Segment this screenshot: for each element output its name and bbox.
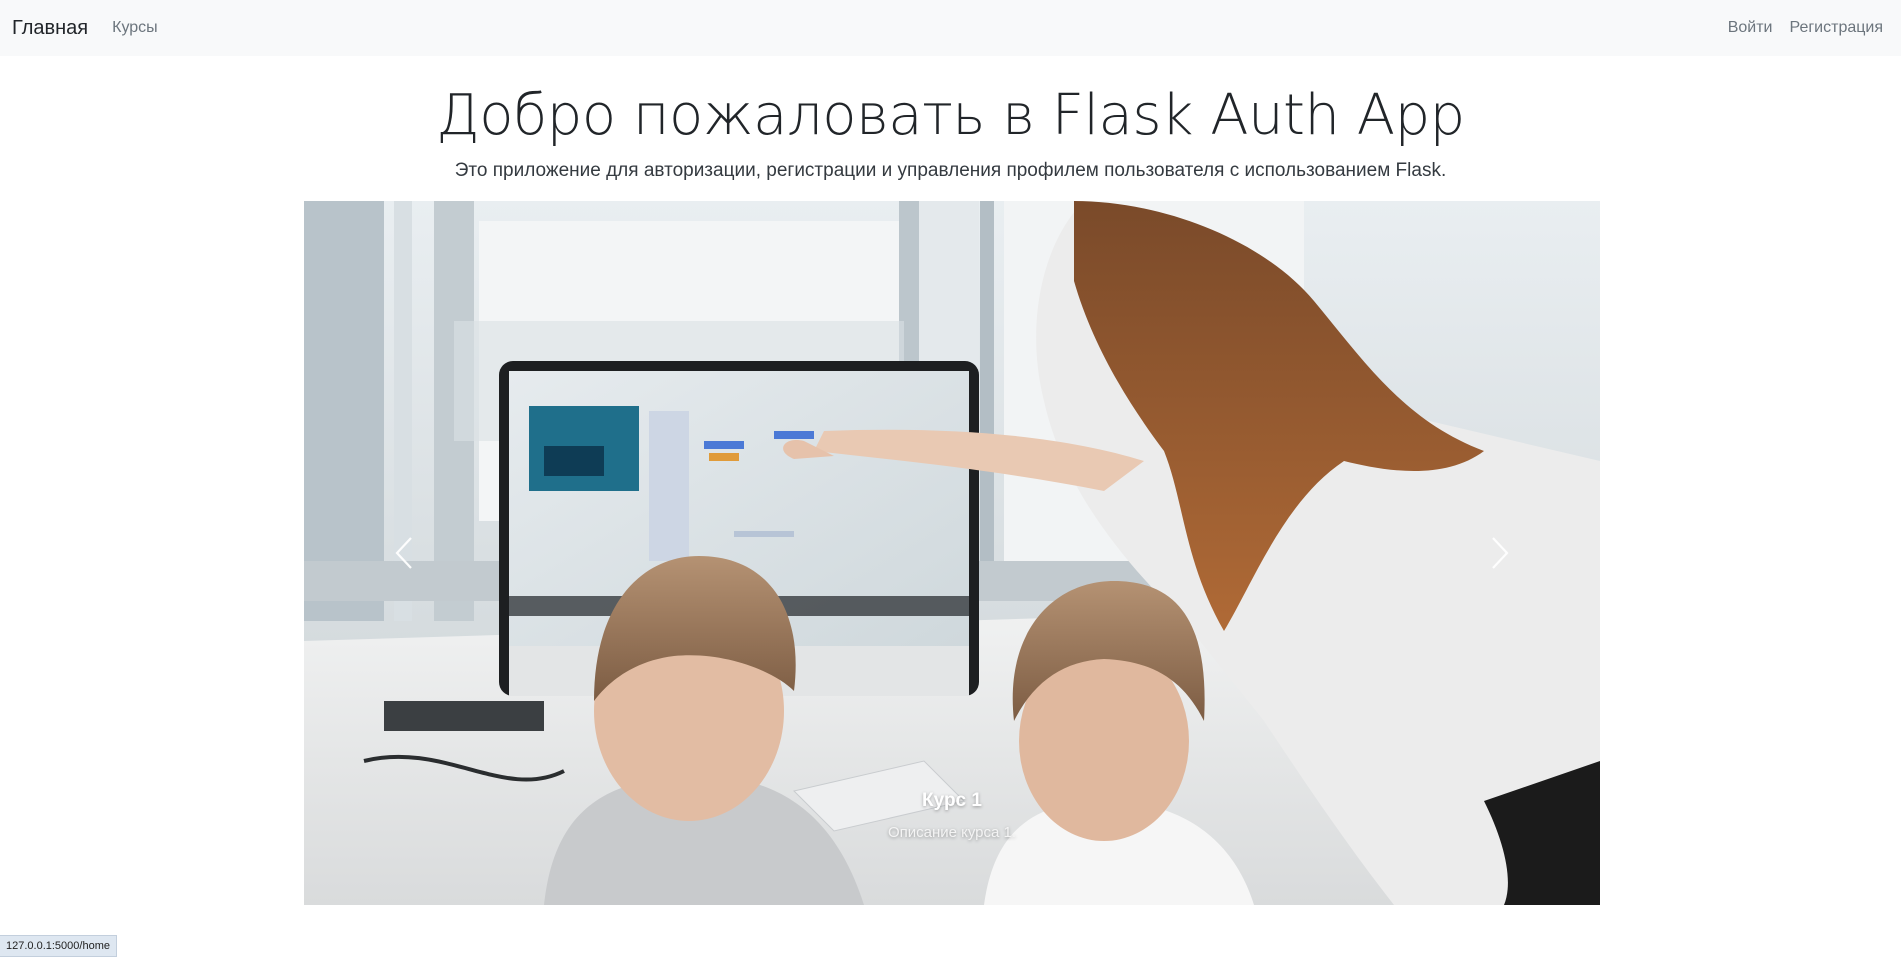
chevron-left-icon (395, 537, 412, 569)
nav-link-courses[interactable]: Курсы (112, 19, 158, 37)
chevron-right-icon (1492, 537, 1509, 569)
nav-right-group: Войти Регистрация (1728, 19, 1889, 37)
page-lead: Это приложение для авторизации, регистра… (454, 160, 1447, 181)
course-carousel: Курс 1 Описание курса 1. (304, 201, 1600, 905)
browser-status-url: 127.0.0.1:5000/home (0, 935, 117, 957)
page-title: Добро пожаловать в Flask Auth App (436, 83, 1465, 148)
caption-text: Описание курса 1. (887, 824, 1017, 841)
nav-brand-home[interactable]: Главная (12, 17, 88, 40)
navbar: Главная Курсы Войти Регистрация (0, 0, 1901, 56)
caption-title: Курс 1 (922, 790, 982, 811)
nav-link-register[interactable]: Регистрация (1789, 19, 1883, 37)
carousel-caption: Курс 1 Описание курса 1. (304, 789, 1600, 843)
nav-link-login[interactable]: Войти (1728, 19, 1773, 37)
